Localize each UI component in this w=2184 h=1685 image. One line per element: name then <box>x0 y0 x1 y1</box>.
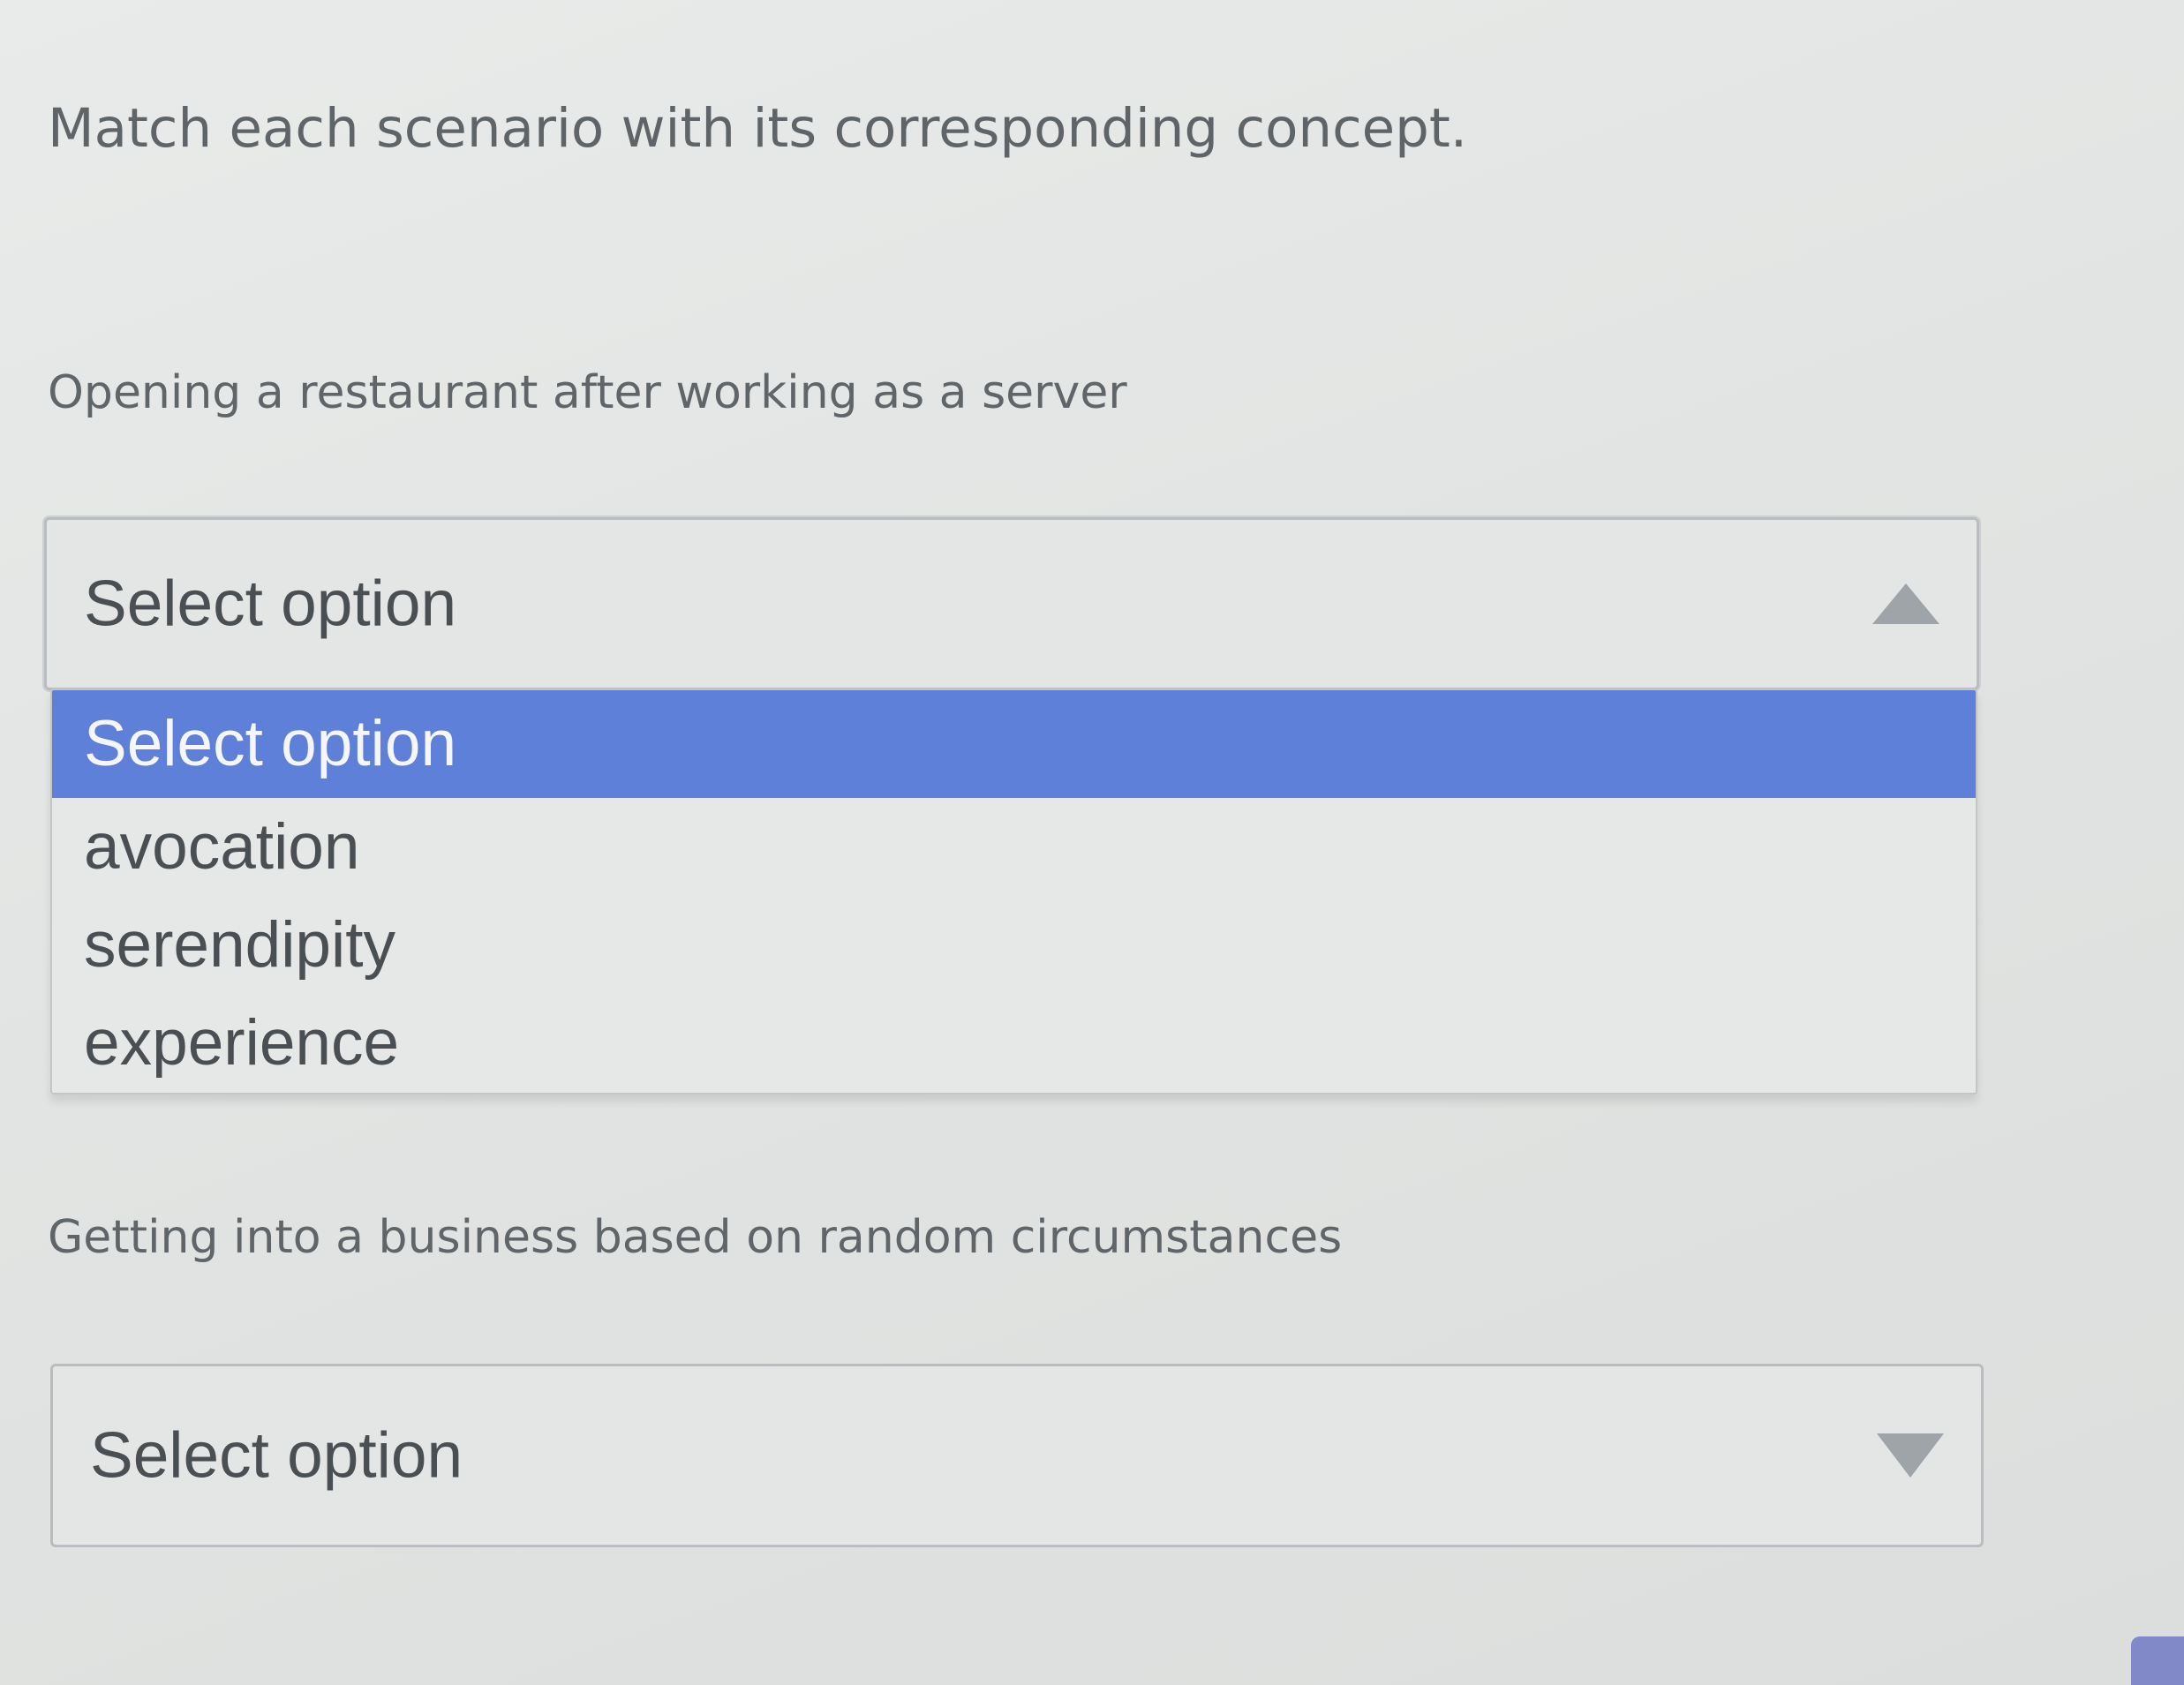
option-serendipity[interactable]: serendipity <box>52 896 1976 994</box>
caret-down-icon[interactable] <box>1877 1433 1944 1478</box>
concept-select-2[interactable]: Select option <box>50 1364 1984 1547</box>
option-experience[interactable]: experience <box>52 994 1976 1092</box>
dropdown-options-list: Select option avocation serendipity expe… <box>50 688 1977 1094</box>
option-select-option[interactable]: Select option <box>52 690 1976 798</box>
concept-select-1[interactable]: Select option <box>44 517 1979 690</box>
matching-question-page: Match each scenario with its correspondi… <box>0 0 2184 1685</box>
next-button-edge[interactable] <box>2131 1636 2184 1685</box>
select-value-1: Select option <box>84 568 457 640</box>
select-value-2: Select option <box>90 1419 463 1492</box>
option-avocation[interactable]: avocation <box>52 798 1976 896</box>
scenario-label-1: Opening a restaurant after working as a … <box>48 366 1127 419</box>
caret-up-icon[interactable] <box>1872 583 1939 624</box>
instruction-text: Match each scenario with its correspondi… <box>48 97 1468 160</box>
scenario-label-2: Getting into a business based on random … <box>48 1211 1343 1264</box>
